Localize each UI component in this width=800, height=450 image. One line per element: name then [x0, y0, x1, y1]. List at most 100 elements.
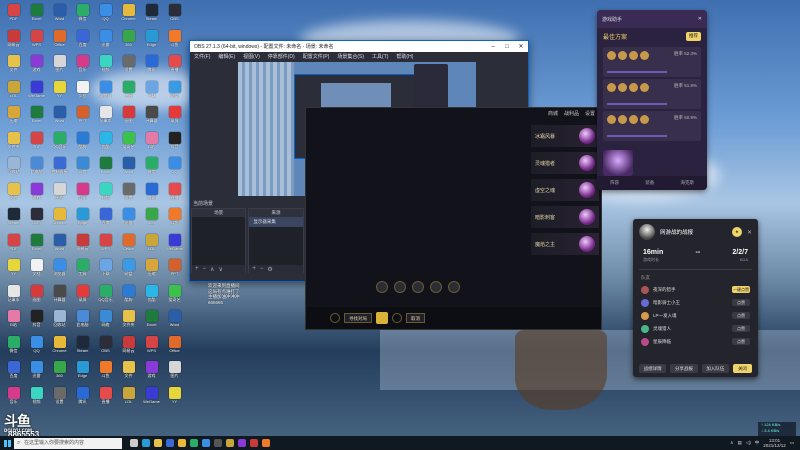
desktop-icon[interactable]: 网易云 — [71, 232, 94, 258]
desktop-icon[interactable]: 网络 — [71, 155, 94, 181]
desktop-icon[interactable]: 文件夹 — [2, 130, 25, 156]
desktop-icon[interactable]: Chrome — [48, 334, 71, 360]
scene-up-icon[interactable]: ∧ — [210, 266, 214, 273]
desktop-icon[interactable]: Office — [117, 232, 140, 258]
desktop-icon[interactable]: 文件 — [117, 359, 140, 385]
match-report-panel[interactable]: 网游战的战报 ★ ✕ 16min -- 2/2/7 游戏时长 KDA 队友 夜深… — [633, 219, 758, 377]
desktop-icon[interactable]: 迅雷 — [117, 206, 140, 232]
desktop-icon[interactable]: Edge — [140, 28, 163, 54]
desktop-icon[interactable]: 酷狗 — [117, 283, 140, 309]
desktop-icon[interactable]: WPS — [140, 334, 163, 360]
desktop-icon[interactable]: 视频 — [94, 181, 117, 207]
mode-tile[interactable]: 暗影刺客 — [531, 206, 599, 228]
mode-tile[interactable]: 魔焰之主 — [531, 233, 599, 255]
desktop-icon[interactable]: 直播 — [163, 181, 186, 207]
desktop-icon[interactable]: 浏览器 — [94, 79, 117, 105]
client-nav-loot[interactable]: 战利品 — [564, 110, 579, 117]
desktop-icon[interactable]: 图片 — [48, 53, 71, 79]
file-explorer-icon[interactable] — [154, 439, 162, 447]
remove-scene-icon[interactable]: − — [203, 266, 207, 272]
notification-icon[interactable]: ▭ — [790, 440, 794, 446]
find-match-button[interactable]: 寻找对局 — [344, 313, 372, 323]
menu-docks[interactable]: 停靠部件(D) — [268, 53, 295, 60]
summoner-slot-icon[interactable] — [412, 281, 424, 293]
desktop-icon[interactable]: LOL — [140, 232, 163, 258]
desktop-icon[interactable]: Word — [163, 308, 186, 334]
desktop-icon[interactable]: 优酷 — [94, 130, 117, 156]
desktop-icon[interactable]: Excel — [25, 2, 48, 28]
plan-row[interactable]: 胜率 51.8% — [603, 79, 701, 109]
desktop-icon[interactable]: Excel — [25, 104, 48, 130]
desktop-icon[interactable]: 游戏 — [25, 53, 48, 79]
desktop-icon[interactable]: 设置 — [117, 53, 140, 79]
desktop-icon[interactable]: 微信 — [2, 334, 25, 360]
desktop-icon[interactable]: 百度 — [2, 359, 25, 385]
desktop-icon[interactable]: 文件 — [2, 53, 25, 79]
clock[interactable]: 13:01 2021/12/12 — [763, 438, 786, 448]
desktop-icon[interactable]: YY — [163, 385, 186, 411]
desktop-icon[interactable]: 斗鱼 — [163, 206, 186, 232]
close-icon[interactable]: ✕ — [747, 229, 752, 236]
desktop-icon[interactable]: 工具 — [117, 79, 140, 105]
desktop-icon[interactable]: Steam — [71, 334, 94, 360]
douyu-icon[interactable] — [262, 439, 270, 447]
desktop-icon[interactable]: 记事本 — [94, 104, 117, 130]
desktop-icon[interactable]: WeGame — [140, 385, 163, 411]
desktop-icon[interactable]: OBS — [25, 206, 48, 232]
desktop-icon[interactable]: Steam — [2, 206, 25, 232]
like-button[interactable]: 点赞 — [732, 325, 750, 332]
desktop-icon[interactable]: Excel — [140, 308, 163, 334]
desktop-icon[interactable]: 斗鱼 — [163, 28, 186, 54]
desktop-icon[interactable]: 设置 — [48, 385, 71, 411]
desktop-icon[interactable]: 计算器 — [140, 104, 163, 130]
chrome-icon[interactable] — [178, 439, 186, 447]
desktop-icon[interactable]: 腾讯 — [140, 53, 163, 79]
desktop-icon[interactable]: PDF — [25, 130, 48, 156]
desktop-icon[interactable]: 爱奇艺 — [117, 130, 140, 156]
menu-file[interactable]: 文件(F) — [194, 53, 210, 60]
desktop-icon[interactable]: QQ — [163, 155, 186, 181]
menu-scene-collection[interactable]: 场景集合(S) — [337, 53, 364, 60]
qq-icon[interactable] — [202, 439, 210, 447]
desktop-icon[interactable]: 直播 — [94, 385, 117, 411]
desktop-icon[interactable]: 图片 — [163, 359, 186, 385]
desktop-icon[interactable]: B站 — [140, 130, 163, 156]
close-icon[interactable]: ✕ — [698, 16, 702, 22]
desktop-icon[interactable]: 网易云 — [2, 28, 25, 54]
sources-dock[interactable]: 来源 显示器采集 + − ⚙ — [248, 208, 304, 274]
desktop-icon[interactable]: 音乐 — [71, 53, 94, 79]
desktop-icon[interactable]: PPT — [71, 104, 94, 130]
menu-profile[interactable]: 配置文件(P) — [303, 53, 330, 60]
desktop-icon[interactable]: 360 — [48, 359, 71, 385]
mode-tile[interactable]: 虚空之魂 — [531, 179, 599, 201]
ime-icon[interactable]: 中 — [755, 440, 760, 446]
desktop-icon[interactable]: LOL — [2, 79, 25, 105]
tab-augments[interactable]: 海克斯 — [680, 180, 694, 186]
add-scene-icon[interactable]: + — [195, 266, 199, 272]
summoner-slot-icon[interactable] — [448, 281, 460, 293]
game-client-icon[interactable] — [226, 439, 234, 447]
desktop-icon[interactable]: Office — [163, 334, 186, 360]
wechat-icon[interactable] — [190, 439, 198, 447]
add-source-icon[interactable]: + — [252, 266, 256, 272]
desktop-icon[interactable]: YY — [2, 257, 25, 283]
desktop-icon[interactable]: 此电脑 — [71, 308, 94, 334]
start-button[interactable] — [0, 436, 14, 450]
desktop-icon[interactable]: Steam — [140, 2, 163, 28]
desktop-icon[interactable]: 视频 — [25, 385, 48, 411]
desktop-icon[interactable]: PDF — [2, 2, 25, 28]
desktop-icon[interactable]: 抖音 — [163, 130, 186, 156]
desktop-icon[interactable]: 下载 — [140, 79, 163, 105]
taskbar-search-input[interactable]: 在这里输入你要搜索的内容 — [14, 437, 122, 449]
tray-arrow-icon[interactable]: ∧ — [730, 440, 733, 446]
desktop-icon[interactable]: WPS — [94, 232, 117, 258]
desktop-icon[interactable]: 计算器 — [48, 283, 71, 309]
close-icon[interactable]: ✕ — [514, 43, 528, 50]
assistant-icon[interactable] — [238, 439, 246, 447]
menu-view[interactable]: 视图(V) — [243, 53, 260, 60]
desktop-icon[interactable]: 斗鱼 — [94, 359, 117, 385]
desktop-icon[interactable]: PDF — [2, 232, 25, 258]
desktop-icon[interactable]: 画图 — [117, 104, 140, 130]
desktop-icon[interactable]: 图片 — [48, 181, 71, 207]
source-item[interactable]: 显示器采集 — [249, 217, 303, 227]
